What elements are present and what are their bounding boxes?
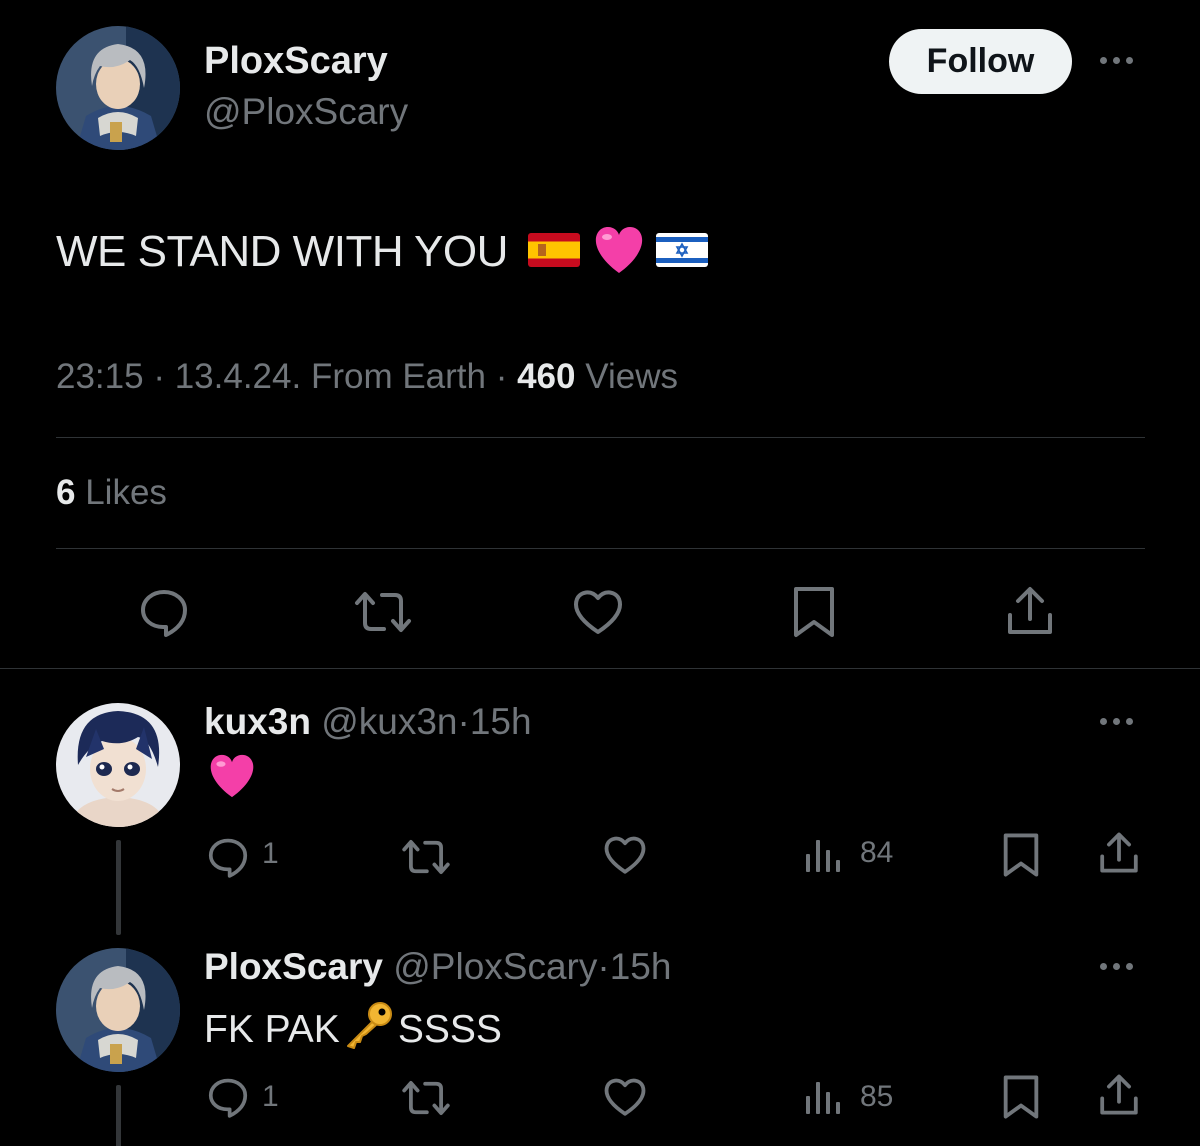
tweet-meta: 23:15 · 13.4.24. From Earth · 460 Views bbox=[56, 357, 678, 397]
meta-separator: · bbox=[597, 946, 610, 987]
reply-2-text-after: SSSS bbox=[397, 1008, 502, 1051]
views-label: Views bbox=[585, 357, 678, 396]
retweet-icon[interactable] bbox=[400, 836, 452, 878]
israel-flag-icon bbox=[655, 232, 708, 272]
share-icon[interactable] bbox=[1098, 1073, 1140, 1117]
views-icon[interactable] bbox=[804, 1078, 842, 1116]
likes-label: Likes bbox=[85, 473, 167, 512]
reply-1-pink-heart-icon bbox=[207, 753, 257, 804]
views-count: 84 bbox=[860, 836, 894, 869]
key-icon bbox=[342, 1000, 396, 1060]
reply-icon[interactable] bbox=[136, 584, 192, 640]
like-icon[interactable] bbox=[571, 587, 625, 637]
divider bbox=[56, 437, 1145, 438]
main-tweet-display-name[interactable]: PloxScary bbox=[204, 40, 388, 83]
more-options-icon[interactable] bbox=[1100, 963, 1133, 970]
reply-2-text-before: FK PAK bbox=[204, 1008, 340, 1051]
section-divider bbox=[0, 668, 1200, 669]
retweet-icon[interactable] bbox=[400, 1077, 452, 1119]
reply-2-text: FK PAK SSSS bbox=[204, 1000, 502, 1060]
reply-icon[interactable] bbox=[205, 1074, 251, 1120]
tweet-time[interactable]: 23:15 bbox=[56, 357, 144, 396]
reply-1-avatar[interactable] bbox=[56, 703, 180, 827]
reply-1-display-name[interactable]: kux3n bbox=[204, 701, 311, 742]
reply-2-age[interactable]: 15h bbox=[610, 946, 672, 987]
thread-line bbox=[116, 1085, 121, 1146]
spain-flag-icon bbox=[527, 232, 580, 272]
pink-heart-icon bbox=[592, 225, 646, 280]
bookmark-icon[interactable] bbox=[792, 585, 836, 639]
reply-1-header: kux3n @kux3n·15h bbox=[204, 701, 532, 743]
like-icon[interactable] bbox=[602, 1076, 648, 1118]
reply-2-header: PloxScary @PloxScary·15h bbox=[204, 946, 671, 988]
tweet-date[interactable]: 13.4.24. bbox=[175, 357, 302, 396]
reply-2-handle[interactable]: @PloxScary bbox=[393, 946, 597, 987]
main-tweet-avatar[interactable] bbox=[56, 26, 180, 150]
meta-separator: · bbox=[485, 357, 518, 396]
reply-count: 1 bbox=[262, 1080, 279, 1113]
main-tweet-handle[interactable]: @PloxScary bbox=[204, 91, 408, 133]
tweet-location: From Earth bbox=[310, 357, 486, 396]
meta-separator: · bbox=[457, 701, 470, 742]
tweet-text: WE STAND WITH YOU bbox=[56, 227, 508, 276]
views-count: 85 bbox=[860, 1080, 894, 1113]
reply-1-age[interactable]: 15h bbox=[470, 701, 532, 742]
likes-row[interactable]: 6 Likes bbox=[56, 473, 167, 513]
reply-2-avatar[interactable] bbox=[56, 948, 180, 1072]
tweet-text-row: WE STAND WITH YOU bbox=[56, 222, 708, 282]
bookmark-icon[interactable] bbox=[1002, 1074, 1040, 1120]
follow-button[interactable]: Follow bbox=[889, 29, 1072, 94]
views-count: 460 bbox=[517, 357, 576, 396]
more-options-icon[interactable] bbox=[1100, 718, 1133, 725]
meta-separator: · bbox=[143, 357, 175, 396]
bookmark-icon[interactable] bbox=[1002, 832, 1040, 878]
reply-icon[interactable] bbox=[205, 834, 251, 880]
reply-1-handle[interactable]: @kux3n bbox=[321, 701, 457, 742]
views-icon[interactable] bbox=[804, 836, 842, 874]
like-icon[interactable] bbox=[602, 834, 648, 876]
reply-2-display-name[interactable]: PloxScary bbox=[204, 946, 383, 987]
retweet-icon[interactable] bbox=[352, 587, 414, 637]
more-options-icon[interactable] bbox=[1100, 57, 1133, 64]
reply-count: 1 bbox=[262, 837, 279, 870]
share-icon[interactable] bbox=[1005, 585, 1055, 637]
likes-count: 6 bbox=[56, 473, 76, 512]
thread-line bbox=[116, 840, 121, 935]
divider bbox=[56, 548, 1145, 549]
share-icon[interactable] bbox=[1098, 831, 1140, 875]
